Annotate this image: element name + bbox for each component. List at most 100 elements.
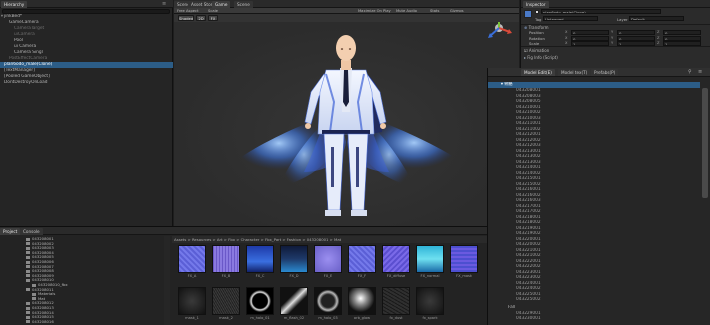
scene-name: jinkBed*	[4, 14, 23, 19]
fx-toggle[interactable]: FX	[208, 15, 218, 21]
texture-label: FX_C	[255, 274, 265, 278]
project-tree-label: Mat	[38, 296, 46, 301]
model-scrollbar[interactable]	[700, 78, 710, 323]
project-tree-label: 043208008	[32, 269, 54, 274]
animation-title: Animation	[528, 48, 550, 53]
folder-icon	[32, 297, 36, 301]
texture-label: FX_F	[357, 274, 367, 278]
project-tree-label: 043208010	[32, 278, 54, 283]
hierarchy-item-label: [TextManager]	[4, 68, 35, 73]
folder-icon	[26, 278, 30, 282]
texture-label: FX_normal	[420, 274, 440, 278]
tab-console[interactable]: Console	[20, 228, 43, 235]
project-tree-label: 043208007	[32, 264, 54, 269]
texture-thumbnail[interactable]	[450, 245, 478, 273]
project-tree: 043208001 043208002 043208003 043208004 0432…	[0, 236, 170, 325]
axis-gizmo[interactable]: y	[484, 22, 514, 42]
texture-thumbnail[interactable]	[382, 245, 410, 273]
position-y-axis-label: Y	[611, 30, 614, 34]
shading-dropdown[interactable]: Shaded	[178, 15, 194, 21]
tab-game[interactable]: Game	[212, 1, 231, 8]
project-tree-label: 043208014	[32, 310, 54, 315]
folder-icon	[26, 246, 30, 250]
tab-inspector[interactable]: Inspector	[523, 1, 549, 8]
folder-icon	[26, 320, 30, 324]
texture-thumbnail[interactable]	[178, 287, 206, 315]
texture-thumbnail[interactable]	[314, 245, 342, 273]
rotation-z-field[interactable]: 0	[663, 35, 701, 41]
tag-dropdown[interactable]: Untagged	[543, 16, 598, 21]
scale-x-axis-label: X	[565, 41, 568, 45]
layer-dropdown[interactable]: Default	[629, 16, 684, 21]
tab-project[interactable]: Project	[0, 228, 21, 235]
texture-thumbnail[interactable]	[348, 245, 376, 273]
layer-label: Layer	[617, 17, 628, 22]
tab-prefabs[interactable]: Prefabs(P)	[591, 69, 619, 76]
left-hand	[305, 123, 311, 129]
tab-scene[interactable]: Scene	[234, 1, 253, 8]
project-tree-label: 043208001	[32, 237, 54, 241]
hierarchy-item[interactable]: DontDestroyOnLoad	[0, 80, 173, 86]
texture-thumbnail[interactable]	[178, 245, 206, 273]
hierarchy-item-label: [Pooled GameObject]	[4, 74, 50, 79]
model-scroll-thumb[interactable]	[702, 88, 708, 198]
folder-icon	[26, 315, 30, 319]
hierarchy-item-label: Pool	[14, 38, 23, 43]
project-tree-scrollbar[interactable]	[164, 236, 170, 325]
tab-hierarchy[interactable]: Hierarchy	[1, 1, 28, 8]
folder-icon	[26, 260, 30, 264]
position-x-axis-label: X	[565, 30, 568, 34]
project-tree-item[interactable]: 043208016	[0, 320, 169, 325]
script-title: Fig Info (Script)	[527, 55, 558, 60]
2d-toggle[interactable]: 2D	[196, 15, 206, 21]
scene-tabbar: Scene Asset Store Game Scene	[174, 0, 519, 8]
texture-thumbnail[interactable]	[416, 287, 444, 315]
position-y-field[interactable]: 0	[617, 30, 655, 35]
hierarchy-menu-icon[interactable]: ≡	[162, 1, 170, 7]
project-tree-label: 043208012	[32, 301, 54, 306]
texture-label: FX_B	[221, 274, 231, 278]
checkbox-icon[interactable]: ☑	[524, 48, 528, 53]
hierarchy-item-label: plan6odo_male(Clone)	[4, 62, 53, 67]
position-z-field[interactable]: 0	[663, 30, 701, 35]
rotation-label: Rotation	[529, 35, 545, 41]
object-header: plan6odo_male(Clone) Tag Untagged Layer …	[521, 8, 710, 24]
folder-icon	[26, 237, 30, 241]
folder-icon	[26, 251, 30, 255]
texture-thumbnail[interactable]	[280, 245, 308, 273]
rotation-x-axis-label: X	[565, 35, 568, 40]
object-name-field[interactable]: plan6odo_male(Clone)	[541, 9, 661, 14]
script-header[interactable]: ▸ Fig Info (Script)	[524, 55, 558, 60]
texture-thumbnail[interactable]	[382, 287, 410, 315]
texture-thumbnail[interactable]	[212, 287, 240, 315]
rotation-z-axis-label: Z	[657, 35, 660, 40]
model-entry[interactable]: 043230001	[488, 316, 700, 322]
character-model[interactable]	[174, 22, 519, 226]
texture-thumbnail[interactable]	[246, 245, 274, 273]
hierarchy-tree: ▾jinkBed* GameCamera CameraTarget uiCamera…	[0, 14, 173, 224]
position-x-field[interactable]: 0	[571, 30, 609, 35]
texture-thumbnail[interactable]	[246, 287, 274, 315]
model-entry[interactable]: 043225002	[488, 297, 700, 303]
texture-thumbnail[interactable]	[314, 287, 342, 315]
rotation-x-field[interactable]: 0	[571, 35, 609, 41]
animation-header[interactable]: ☑ Animation	[524, 48, 549, 53]
tab-model-edit[interactable]: Model Edit(E)	[521, 69, 555, 76]
texture-thumbnail[interactable]	[212, 245, 240, 273]
belt	[322, 130, 370, 134]
rotation-y-field[interactable]: 0	[617, 35, 655, 41]
hierarchy-item-label: uiCamera	[14, 32, 35, 37]
project-tree-label: 043208010_fbx	[38, 283, 68, 287]
active-checkbox[interactable]	[535, 10, 539, 14]
right-hand	[380, 123, 386, 129]
project-tree-label: 043208009	[32, 273, 54, 278]
lock-icon[interactable]: ⚲	[688, 69, 692, 75]
menu-icon[interactable]: ≡	[698, 69, 702, 75]
tab-model-tex[interactable]: Model tex(T)	[558, 69, 591, 76]
texture-thumbnail[interactable]	[348, 287, 376, 315]
hierarchy-item-label: ui Camera	[14, 44, 37, 49]
texture-thumbnail[interactable]	[280, 287, 308, 315]
scene-viewport[interactable]: y	[174, 22, 519, 226]
head	[336, 35, 356, 61]
texture-thumbnail[interactable]	[416, 245, 444, 273]
